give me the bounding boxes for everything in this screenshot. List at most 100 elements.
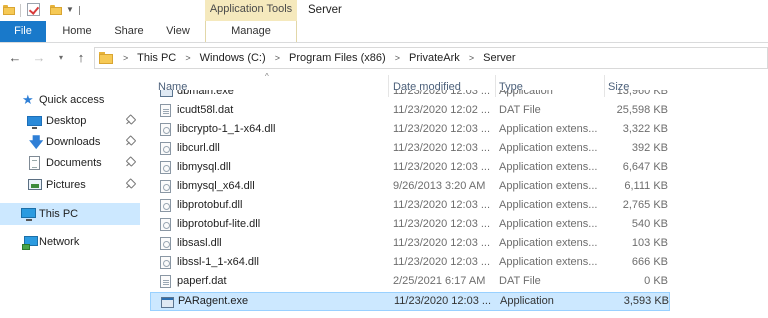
chevron-right-icon[interactable]: > — [469, 48, 474, 68]
tab-manage[interactable]: Manage — [205, 21, 297, 42]
table-row[interactable]: PARagent.exe 11/23/2020 12:03 ... Applic… — [150, 292, 670, 311]
file-date: 11/23/2020 12:03 ... — [393, 256, 491, 268]
folder-icon[interactable] — [3, 4, 15, 15]
tab-file[interactable]: File — [0, 21, 46, 42]
table-row[interactable]: dbmain.exe 11/23/2020 12:03 ... Applicat… — [150, 90, 680, 101]
ribbon-tabs: File Home Share View Manage — [0, 21, 768, 43]
pin-icon[interactable] — [126, 158, 135, 168]
file-size: 666 KB — [631, 256, 668, 268]
file-date: 11/23/2020 12:03 ... — [393, 90, 491, 97]
file-type: Application extens... — [499, 161, 598, 173]
dll-file-icon — [160, 180, 171, 193]
breadcrumb-server[interactable]: Server — [483, 52, 515, 64]
sidebar-item-downloads[interactable]: 🡇 Downloads — [0, 131, 140, 153]
file-date: 11/23/2020 12:03 ... — [393, 123, 491, 135]
computer-icon — [21, 208, 36, 221]
sidebar-item-documents[interactable]: Documents — [0, 152, 140, 174]
up-arrow-icon[interactable]: ↑ — [74, 50, 88, 66]
table-row[interactable]: libsasl.dll 11/23/2020 12:03 ... Applica… — [150, 234, 680, 253]
chevron-right-icon[interactable]: > — [123, 48, 128, 68]
breadcrumb-this-pc[interactable]: This PC — [137, 52, 176, 64]
file-date: 11/23/2020 12:03 ... — [393, 218, 491, 230]
table-row[interactable]: libmysql_x64.dll 9/26/2013 3:20 AM Appli… — [150, 177, 680, 196]
toolbar-divider — [20, 4, 21, 17]
breadcrumb-program-files-x86[interactable]: Program Files (x86) — [289, 52, 386, 64]
file-date: 11/23/2020 12:03 ... — [394, 295, 492, 307]
pin-icon[interactable] — [126, 180, 135, 190]
file-date: 11/23/2020 12:03 ... — [393, 161, 491, 173]
chevron-right-icon[interactable]: > — [395, 48, 400, 68]
pictures-icon — [28, 179, 42, 190]
table-row[interactable]: libcrypto-1_1-x64.dll 11/23/2020 12:03 .… — [150, 120, 680, 139]
sidebar-item-label: This PC — [39, 208, 79, 220]
file-name: libsasl.dll — [177, 237, 222, 249]
chevron-right-icon[interactable]: > — [185, 48, 190, 68]
table-row[interactable]: libprotobuf.dll 11/23/2020 12:03 ... App… — [150, 196, 680, 215]
new-folder-icon[interactable] — [50, 4, 62, 15]
file-size: 2,765 KB — [622, 199, 668, 211]
dll-file-icon — [160, 218, 171, 231]
file-size: 3,593 KB — [623, 295, 669, 307]
file-name: dbmain.exe — [177, 90, 234, 97]
sidebar-item-label: Network — [39, 236, 80, 248]
file-type: Application extens... — [499, 237, 598, 249]
breadcrumb-privateark[interactable]: PrivateArk — [409, 52, 460, 64]
file-type: Application extens... — [499, 199, 598, 211]
sidebar-item-desktop[interactable]: Desktop — [0, 110, 140, 132]
file-name: libprotobuf.dll — [177, 199, 243, 211]
file-size: 392 KB — [631, 142, 668, 154]
customize-toolbar-chevron-icon[interactable]: ▼ — [66, 6, 74, 14]
file-date: 9/26/2013 3:20 AM — [393, 180, 486, 192]
table-row[interactable]: libprotobuf-lite.dll 11/23/2020 12:03 ..… — [150, 215, 680, 234]
network-icon — [22, 236, 38, 250]
file-icon — [160, 104, 171, 117]
recent-locations-chevron-icon[interactable]: ▾ — [54, 50, 68, 66]
forward-arrow-icon[interactable]: → — [32, 50, 46, 66]
file-name: libprotobuf-lite.dll — [177, 218, 261, 230]
file-type: Application extens... — [499, 256, 598, 268]
file-name: PARagent.exe — [178, 295, 249, 307]
table-row[interactable]: icudt58l.dat 11/23/2020 12:02 ... DAT Fi… — [150, 101, 680, 120]
navigation-pane: ★ Quick access Desktop 🡇 Downloads Docum… — [0, 73, 150, 318]
application-file-icon — [161, 297, 174, 308]
sidebar-item-quick-access[interactable]: ★ Quick access — [0, 89, 140, 111]
file-size: 6,647 KB — [622, 161, 668, 173]
sidebar-item-this-pc[interactable]: This PC — [0, 203, 140, 225]
toolbar-divider — [79, 6, 80, 15]
dll-file-icon — [160, 142, 171, 155]
tab-home[interactable]: Home — [60, 21, 94, 42]
file-rows: dbmain.exe 11/23/2020 12:03 ... Applicat… — [150, 90, 768, 318]
sidebar-item-pictures[interactable]: Pictures — [0, 174, 140, 196]
back-arrow-icon[interactable]: ← — [8, 50, 22, 66]
folder-icon — [99, 52, 113, 64]
sidebar-item-network[interactable]: Network — [0, 231, 140, 253]
chevron-right-icon[interactable]: > — [275, 48, 280, 68]
dll-file-icon — [160, 161, 171, 174]
sidebar-item-label: Pictures — [46, 179, 86, 191]
file-name: libcurl.dll — [177, 142, 220, 154]
tab-view[interactable]: View — [163, 21, 193, 42]
properties-icon[interactable] — [27, 3, 40, 16]
table-row[interactable]: libssl-1_1-x64.dll 11/23/2020 12:03 ... … — [150, 253, 680, 272]
file-name: libmysql.dll — [177, 161, 231, 173]
title-bar: ▼ Application Tools Server — [0, 0, 768, 42]
file-date: 11/23/2020 12:03 ... — [393, 237, 491, 249]
dll-file-icon — [160, 237, 171, 250]
file-type: Application extens... — [499, 180, 598, 192]
file-name: libcrypto-1_1-x64.dll — [177, 123, 276, 135]
file-type: Application extens... — [499, 218, 598, 230]
sort-ascending-icon: ^ — [265, 72, 269, 81]
pin-icon[interactable] — [126, 137, 135, 147]
download-icon: 🡇 — [29, 134, 44, 150]
tab-share[interactable]: Share — [113, 21, 145, 42]
file-size: 6,111 KB — [624, 180, 668, 192]
table-row[interactable]: libcurl.dll 11/23/2020 12:03 ... Applica… — [150, 139, 680, 158]
table-row[interactable]: paperf.dat 2/25/2021 6:17 AM DAT File 0 … — [150, 272, 680, 291]
breadcrumb-windows-c[interactable]: Windows (C:) — [200, 52, 266, 64]
table-row[interactable]: libmysql.dll 11/23/2020 12:03 ... Applic… — [150, 158, 680, 177]
address-bar[interactable]: > This PC > Windows (C:) > Program Files… — [94, 47, 768, 69]
pin-icon[interactable] — [126, 116, 135, 126]
sidebar-item-label: Downloads — [46, 136, 101, 148]
file-name: libssl-1_1-x64.dll — [177, 256, 259, 268]
documents-icon — [29, 156, 40, 170]
